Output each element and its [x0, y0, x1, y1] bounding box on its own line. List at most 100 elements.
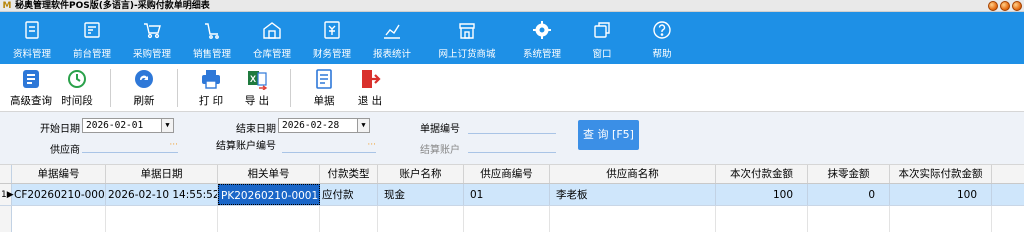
time-period-button[interactable]: 时间段	[54, 68, 100, 108]
toolbar-divider	[290, 68, 291, 107]
exit-button[interactable]: 退 出	[347, 68, 393, 108]
archive-icon	[25, 21, 39, 39]
col-pay-amount[interactable]: 本次付款金额	[716, 165, 808, 183]
finance-icon	[324, 21, 340, 39]
empty-cell	[890, 206, 992, 232]
row-number: 1	[1, 190, 7, 200]
advanced-query-button[interactable]: 高级查询	[8, 68, 54, 108]
window-icon	[594, 22, 610, 38]
empty-cell	[218, 206, 320, 232]
warehouse-icon	[263, 22, 281, 39]
col-filler	[992, 165, 1024, 183]
menu-label: 帮助	[652, 49, 672, 60]
cell-filler	[992, 184, 1024, 205]
cell-pay-type[interactable]: 应付款	[320, 184, 378, 205]
cart-icon	[205, 23, 219, 39]
menu-item-purchase[interactable]: 采购管理	[122, 12, 182, 64]
doc-no-input[interactable]	[468, 120, 556, 134]
cell-round-off[interactable]: 0	[808, 184, 890, 205]
doc-no-label: 单据编号	[420, 124, 460, 135]
empty-cell	[464, 206, 550, 232]
query-icon	[23, 69, 39, 88]
toolbar-divider	[177, 68, 178, 107]
menu-item-online-store[interactable]: 网上订货商城	[422, 12, 512, 64]
menu-item-sales[interactable]: 销售管理	[182, 12, 242, 64]
close-button[interactable]	[1012, 1, 1022, 11]
menu-item-archive[interactable]: 资料管理	[2, 12, 62, 64]
start-date-picker[interactable]: 2026-02-01 ▼	[82, 118, 174, 133]
voucher-button[interactable]: 单据	[301, 68, 347, 108]
printer-icon	[202, 69, 220, 89]
cell-account-name[interactable]: 现金	[378, 184, 464, 205]
menu-label: 窗口	[592, 49, 612, 60]
time-period-label: 时间段	[61, 94, 93, 107]
row-indicator: 1▶	[0, 184, 14, 205]
menu-item-finance[interactable]: 财务管理	[302, 12, 362, 64]
export-button[interactable]: X 导 出	[234, 68, 280, 108]
col-doc-date[interactable]: 单据日期	[106, 165, 218, 183]
cell-related-no[interactable]: PK20260210-0001	[218, 184, 320, 205]
col-account-name[interactable]: 账户名称	[378, 165, 464, 183]
menu-item-reports[interactable]: 报表统计	[362, 12, 422, 64]
empty-cell	[320, 206, 378, 232]
end-date-label: 结束日期	[236, 124, 276, 135]
toolbar-divider	[110, 68, 111, 107]
settle-account-no-input[interactable]: ···	[282, 139, 376, 153]
pos-icon	[84, 22, 100, 38]
refresh-button[interactable]: 刷新	[121, 68, 167, 108]
supplier-label: 供应商	[50, 145, 80, 156]
chevron-down-icon[interactable]: ▼	[357, 119, 369, 132]
chart-icon	[384, 24, 400, 39]
menu-item-help[interactable]: 帮助	[632, 12, 692, 64]
advanced-query-label: 高级查询	[10, 94, 52, 107]
help-icon	[653, 21, 671, 39]
cell-supplier-no[interactable]: 01	[464, 184, 550, 205]
empty-cell	[378, 206, 464, 232]
chevron-down-icon[interactable]: ▼	[161, 119, 173, 132]
start-date-label: 开始日期	[40, 124, 80, 135]
menu-label: 财务管理	[312, 49, 351, 60]
end-date-picker[interactable]: 2026-02-28 ▼	[278, 118, 370, 133]
col-related-no[interactable]: 相关单号	[218, 165, 320, 183]
cell-doc-date[interactable]: 2026-02-10 14:55:52	[106, 184, 218, 205]
document-icon	[316, 68, 332, 89]
cell-actual-amount[interactable]: 100	[890, 184, 992, 205]
settle-account-label: 结算账户	[420, 145, 460, 156]
menu-label: 销售管理	[192, 49, 231, 60]
search-button[interactable]: 查 询 [F5]	[578, 120, 639, 150]
toolbar: 高级查询 时间段 刷新 打 印 X 导 出 单据 退 出	[0, 64, 1024, 112]
supplier-input[interactable]: ···	[82, 139, 178, 153]
menu-item-window[interactable]: 窗口	[572, 12, 632, 64]
menu-item-system[interactable]: 系统管理	[512, 12, 572, 64]
col-supplier-no[interactable]: 供应商编号	[464, 165, 550, 183]
cell-doc-no[interactable]: CF20260210-0001	[12, 184, 106, 205]
svg-text:X: X	[250, 74, 256, 84]
app-logo-icon: M	[2, 0, 12, 11]
menu-item-pos[interactable]: 前台管理	[62, 12, 122, 64]
maximize-button[interactable]	[1000, 1, 1010, 11]
cell-pay-amount[interactable]: 100	[716, 184, 808, 205]
col-actual-amount[interactable]: 本次实际付款金额	[890, 165, 992, 183]
menu-label: 仓库管理	[252, 49, 291, 60]
clock-icon	[68, 69, 86, 88]
export-label: 导 出	[244, 94, 270, 107]
menu-item-warehouse[interactable]: 仓库管理	[242, 12, 302, 64]
refresh-icon	[135, 69, 153, 88]
print-button[interactable]: 打 印	[188, 68, 234, 108]
col-supplier-name[interactable]: 供应商名称	[550, 165, 716, 183]
empty-cell	[808, 206, 890, 232]
empty-cell	[716, 206, 808, 232]
minimize-button[interactable]	[988, 1, 998, 11]
store-icon	[459, 23, 475, 39]
col-pay-type[interactable]: 付款类型	[320, 165, 378, 183]
table-row[interactable]: 1▶ CF20260210-0001 2026-02-10 14:55:52 P…	[0, 184, 1024, 206]
purchase-icon	[144, 23, 161, 39]
empty-cell	[106, 206, 218, 232]
grid-empty-area	[0, 206, 1024, 232]
cell-supplier-name[interactable]: 李老板	[550, 184, 716, 205]
title-bar: M 秘奥管理软件POS版(多语言)-采购付款单明细表	[0, 0, 1024, 12]
print-label: 打 印	[198, 94, 224, 107]
col-round-off[interactable]: 抹零金额	[808, 165, 890, 183]
window-controls	[988, 1, 1022, 11]
col-doc-no[interactable]: 单据编号	[12, 165, 106, 183]
